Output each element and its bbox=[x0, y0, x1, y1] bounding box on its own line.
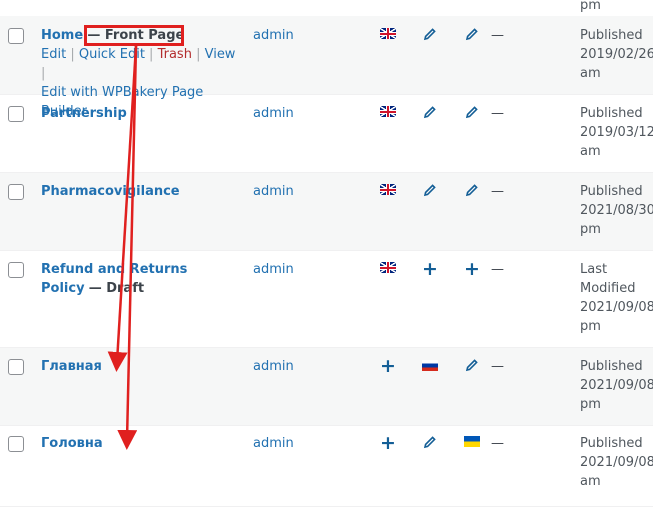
table-row: Refund and Returns Policy — Draft admin … bbox=[0, 251, 653, 348]
dash: — bbox=[491, 262, 504, 277]
pencil-icon[interactable] bbox=[463, 183, 481, 201]
page-title-link[interactable]: Головна bbox=[41, 436, 103, 451]
status: Last Modified bbox=[580, 262, 636, 296]
time: am bbox=[580, 144, 601, 159]
flag-ua-icon[interactable] bbox=[463, 436, 481, 451]
date-cell: Published 2021/09/08 pm bbox=[580, 357, 653, 414]
trash-link[interactable]: Trash bbox=[158, 47, 192, 62]
dash: — bbox=[491, 28, 504, 43]
author-link[interactable]: admin bbox=[253, 184, 294, 199]
table-row: Головна admin + — Published 2021/09/08 a… bbox=[0, 426, 653, 507]
pencil-icon[interactable] bbox=[421, 27, 439, 45]
date-cell: Published 2021/09/08 am bbox=[580, 434, 653, 491]
quick-edit-link[interactable]: Quick Edit bbox=[79, 47, 145, 62]
flag-gb-icon[interactable] bbox=[379, 28, 397, 43]
status: Published bbox=[580, 28, 643, 43]
author-link[interactable]: admin bbox=[253, 262, 294, 277]
title-cell: Pharmacovigilance bbox=[41, 182, 241, 201]
page-title-link[interactable]: Главная bbox=[41, 359, 102, 374]
table-row: Главная admin + — Published 2021/09/08 p… bbox=[0, 348, 653, 426]
table-row: Pharmacovigilance admin — Published 2021… bbox=[0, 173, 653, 251]
plus-icon[interactable]: + bbox=[421, 260, 439, 279]
date: 2019/03/12 bbox=[580, 125, 653, 140]
row-checkbox[interactable] bbox=[8, 28, 24, 44]
plus-icon[interactable]: + bbox=[463, 260, 481, 279]
page-title-link[interactable]: Partnership bbox=[41, 106, 127, 121]
date: 2021/09/08 bbox=[580, 455, 653, 470]
pencil-icon[interactable] bbox=[421, 435, 439, 453]
time: pm bbox=[580, 222, 601, 237]
date: 2021/09/08 bbox=[580, 300, 653, 315]
author-link[interactable]: admin bbox=[253, 436, 294, 451]
status: Published bbox=[580, 436, 643, 451]
view-link[interactable]: View bbox=[205, 47, 236, 62]
title-cell: Главная bbox=[41, 357, 241, 376]
flag-gb-icon[interactable] bbox=[379, 184, 397, 199]
dash: — bbox=[491, 359, 504, 374]
page-state: — Draft bbox=[88, 281, 145, 296]
dash: — bbox=[491, 184, 504, 199]
flag-gb-icon[interactable] bbox=[379, 106, 397, 121]
pencil-icon[interactable] bbox=[421, 183, 439, 201]
pencil-icon[interactable] bbox=[463, 27, 481, 45]
pencil-icon[interactable] bbox=[463, 358, 481, 376]
plus-icon[interactable]: + bbox=[379, 434, 397, 453]
flag-ru-icon[interactable] bbox=[421, 360, 439, 375]
row-checkbox[interactable] bbox=[8, 184, 24, 200]
date: 2021/08/30 bbox=[580, 203, 653, 218]
table-row-partial: pm bbox=[0, 0, 653, 17]
title-cell: Refund and Returns Policy — Draft bbox=[41, 260, 231, 298]
row-checkbox[interactable] bbox=[8, 262, 24, 278]
pencil-icon[interactable] bbox=[463, 105, 481, 123]
flag-gb-icon[interactable] bbox=[379, 262, 397, 277]
annotation-highlight-box bbox=[84, 25, 184, 46]
status: Published bbox=[580, 184, 643, 199]
status: Published bbox=[580, 359, 643, 374]
dash: — bbox=[491, 106, 504, 121]
date-cell: Published 2021/08/30 pm bbox=[580, 182, 653, 239]
author-link[interactable]: admin bbox=[253, 359, 294, 374]
page-title-link[interactable]: Home bbox=[41, 28, 83, 43]
date-partial: pm bbox=[580, 0, 601, 13]
pencil-icon[interactable] bbox=[421, 105, 439, 123]
row-checkbox[interactable] bbox=[8, 106, 24, 122]
page-title-link[interactable]: Pharmacovigilance bbox=[41, 184, 180, 199]
date: 2021/09/08 bbox=[580, 378, 653, 393]
row-checkbox[interactable] bbox=[8, 436, 24, 452]
table-row: Partnership admin — Published 2019/03/12… bbox=[0, 95, 653, 173]
title-cell: Головна bbox=[41, 434, 241, 453]
date-cell: Published 2019/03/12 am bbox=[580, 104, 653, 161]
status: Published bbox=[580, 106, 643, 121]
title-cell: Partnership bbox=[41, 104, 241, 123]
plus-icon[interactable]: + bbox=[379, 357, 397, 376]
time: am bbox=[580, 474, 601, 489]
date: 2019/02/26 bbox=[580, 47, 653, 62]
time: pm bbox=[580, 397, 601, 412]
date-cell: Last Modified 2021/09/08 pm bbox=[580, 260, 653, 336]
author-link[interactable]: admin bbox=[253, 28, 294, 43]
row-checkbox[interactable] bbox=[8, 359, 24, 375]
time: pm bbox=[580, 319, 601, 334]
time: am bbox=[580, 66, 601, 81]
date-cell: Published 2019/02/26 am bbox=[580, 26, 653, 83]
edit-link[interactable]: Edit bbox=[41, 47, 66, 62]
author-link[interactable]: admin bbox=[253, 106, 294, 121]
dash: — bbox=[491, 436, 504, 451]
